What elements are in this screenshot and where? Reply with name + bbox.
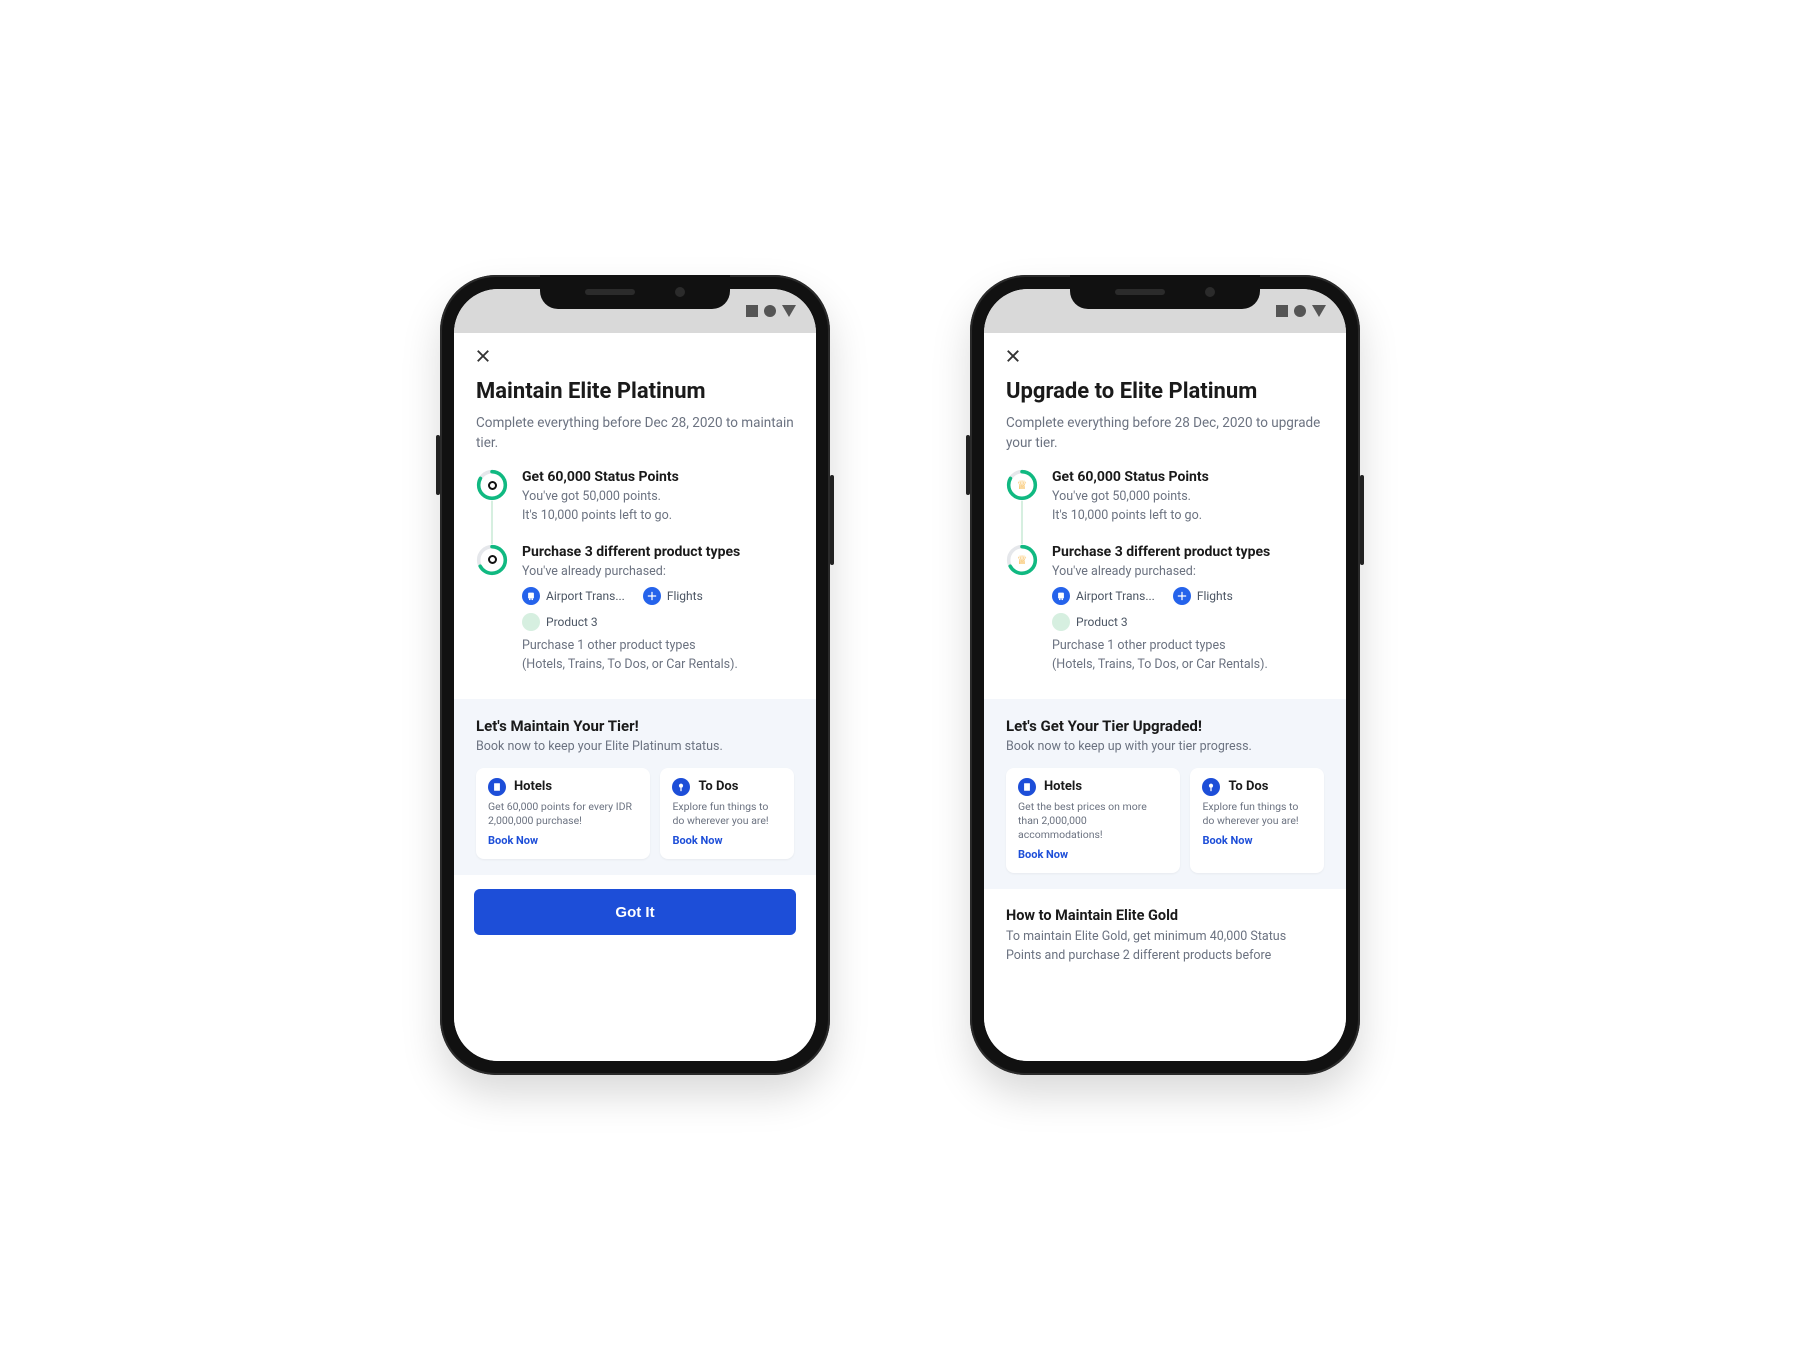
note-body: To maintain Elite Gold, get minimum 40,0… [1006,928,1324,966]
progress-badge-products [476,544,508,576]
chip-product3: Product 3 [522,613,598,631]
promo-title: Let's Maintain Your Tier! [476,717,794,735]
book-now-link[interactable]: Book Now [1202,834,1312,847]
target-icon [488,481,497,490]
promo-section: Let's Get Your Tier Upgraded! Book now t… [984,699,1346,890]
chip-airport-transfer: Airport Trans... [522,587,625,605]
step-detail: You've already purchased: [522,563,794,582]
step-points: Get 60,000 Status Points You've got 50,0… [476,469,794,544]
book-now-link[interactable]: Book Now [1018,848,1168,861]
plane-icon [1173,587,1191,605]
empty-icon [522,613,540,631]
chip-label: Flights [667,589,703,603]
step-detail: (Hotels, Trains, To Dos, or Car Rentals)… [522,656,794,675]
step-detail: You've already purchased: [1052,563,1324,582]
promo-subtitle: Book now to keep your Elite Platinum sta… [476,739,794,754]
promo-subtitle: Book now to keep up with your tier progr… [1006,739,1324,754]
card-title: To Dos [698,779,738,794]
close-icon[interactable] [1004,350,1022,369]
card-desc: Explore fun things to do wherever you ar… [672,800,782,828]
card-hotels[interactable]: Hotels Get the best prices on more than … [1006,768,1180,874]
page-subtitle: Complete everything before 28 Dec, 2020 … [984,414,1346,469]
step-products: Purchase 3 different product types You'v… [476,544,794,693]
phone-notch [1070,275,1260,309]
progress-badge-products: ♕ [1006,544,1038,576]
phone-notch [540,275,730,309]
promo-section: Let's Maintain Your Tier! Book now to ke… [454,699,816,875]
chip-label: Product 3 [1076,615,1128,629]
card-title: Hotels [1044,779,1082,794]
status-triangle-icon [782,305,796,317]
step-title: Get 60,000 Status Points [522,469,794,485]
close-icon[interactable] [474,350,492,369]
card-title: Hotels [514,779,552,794]
crown-icon: ♕ [1017,479,1028,491]
progress-badge-points: ♕ [1006,469,1038,501]
note-title: How to Maintain Elite Gold [1006,907,1324,924]
step-detail: You've got 50,000 points. [522,488,794,507]
step-title: Get 60,000 Status Points [1052,469,1324,485]
chip-label: Airport Trans... [1076,589,1155,603]
pin-icon [672,778,690,796]
chip-product3: Product 3 [1052,613,1128,631]
page-title: Upgrade to Elite Platinum [984,375,1346,414]
chip-flights: Flights [643,587,703,605]
promo-title: Let's Get Your Tier Upgraded! [1006,717,1324,735]
step-detail: Purchase 1 other product types [1052,637,1324,656]
page-subtitle: Complete everything before Dec 28, 2020 … [454,414,816,469]
hotel-icon [488,778,506,796]
phone-mock-left: Maintain Elite Platinum Complete everyth… [440,275,830,1075]
status-circle-icon [1294,305,1306,317]
chip-airport-transfer: Airport Trans... [1052,587,1155,605]
status-circle-icon [764,305,776,317]
screen-left: Maintain Elite Platinum Complete everyth… [454,289,816,1061]
card-desc: Explore fun things to do wherever you ar… [1202,800,1312,828]
card-todos[interactable]: To Dos Explore fun things to do wherever… [660,768,794,859]
card-desc: Get the best prices on more than 2,000,0… [1018,800,1168,843]
maintain-note: How to Maintain Elite Gold To maintain E… [984,889,1346,966]
card-desc: Get 60,000 points for every IDR 2,000,00… [488,800,638,828]
got-it-button[interactable]: Got It [474,889,796,935]
chip-flights: Flights [1173,587,1233,605]
status-triangle-icon [1312,305,1326,317]
bus-icon [1052,587,1070,605]
step-products: ♕ Purchase 3 different product types You… [1006,544,1324,693]
step-detail: It's 10,000 points left to go. [522,507,794,526]
pin-icon [1202,778,1220,796]
book-now-link[interactable]: Book Now [672,834,782,847]
step-title: Purchase 3 different product types [1052,544,1324,560]
chip-label: Flights [1197,589,1233,603]
book-now-link[interactable]: Book Now [488,834,638,847]
step-detail: It's 10,000 points left to go. [1052,507,1324,526]
chip-label: Product 3 [546,615,598,629]
hotel-icon [1018,778,1036,796]
chip-label: Airport Trans... [546,589,625,603]
step-title: Purchase 3 different product types [522,544,794,560]
crown-icon: ♕ [1017,554,1028,566]
step-detail: (Hotels, Trains, To Dos, or Car Rentals)… [1052,656,1324,675]
card-todos[interactable]: To Dos Explore fun things to do wherever… [1190,768,1324,874]
status-square-icon [1276,305,1288,317]
plane-icon [643,587,661,605]
phone-mock-right: Upgrade to Elite Platinum Complete every… [970,275,1360,1075]
step-detail: Purchase 1 other product types [522,637,794,656]
page-title: Maintain Elite Platinum [454,375,816,414]
step-detail: You've got 50,000 points. [1052,488,1324,507]
status-square-icon [746,305,758,317]
card-hotels[interactable]: Hotels Get 60,000 points for every IDR 2… [476,768,650,859]
progress-badge-points [476,469,508,501]
empty-icon [1052,613,1070,631]
step-points: ♕ Get 60,000 Status Points You've got 50… [1006,469,1324,544]
screen-right: Upgrade to Elite Platinum Complete every… [984,289,1346,1061]
card-title: To Dos [1228,779,1268,794]
target-icon [488,555,497,564]
bus-icon [522,587,540,605]
